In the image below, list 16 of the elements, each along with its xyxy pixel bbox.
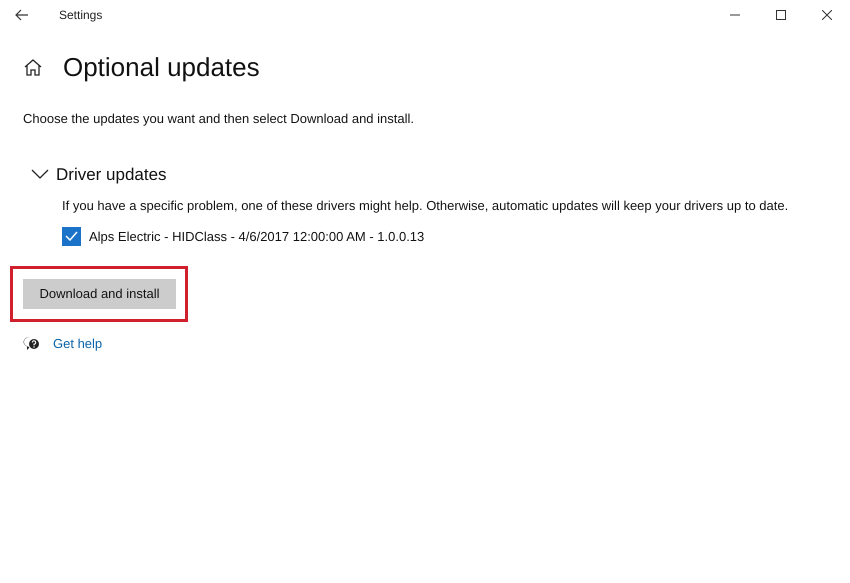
- chevron-down-icon: [31, 169, 49, 180]
- close-icon: [822, 10, 832, 20]
- checkmark-icon: [65, 231, 78, 242]
- help-icon: [23, 336, 41, 352]
- back-arrow-icon: [15, 9, 29, 21]
- window-title: Settings: [59, 7, 102, 24]
- download-button[interactable]: Download and install: [23, 279, 176, 309]
- driver-label: Alps Electric - HIDClass - 4/6/2017 12:00:00 AM - 1.0.0.13: [89, 228, 424, 246]
- home-icon[interactable]: [24, 58, 42, 76]
- page-title: Optional updates: [63, 51, 260, 84]
- checkbox[interactable]: [62, 226, 81, 246]
- section-description: If you have a specific problem, one of these drivers might help. Otherwise, automatic updates will keep your drivers up to date.: [62, 197, 790, 215]
- maximize-icon: [776, 10, 786, 20]
- get-help-link[interactable]: Get help: [53, 334, 102, 354]
- page-description: Choose the updates you want and then select Download and install.: [23, 110, 415, 128]
- section-title: Driver updates: [56, 164, 167, 186]
